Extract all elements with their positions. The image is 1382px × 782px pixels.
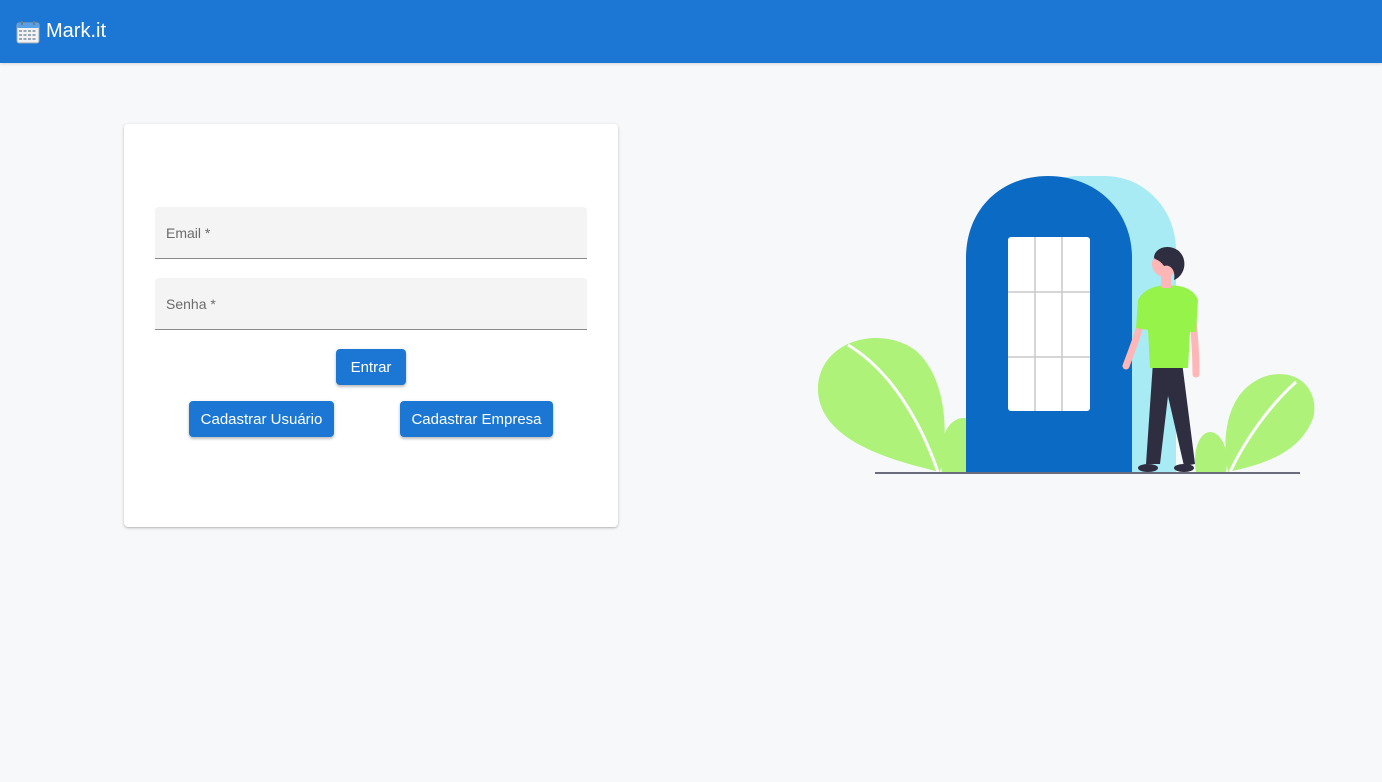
- login-card: Email * Senha * Entrar Cadastrar Usuário…: [124, 124, 618, 527]
- password-field[interactable]: Senha *: [155, 278, 587, 330]
- door-window: [1008, 237, 1090, 411]
- register-user-button[interactable]: Cadastrar Usuário: [189, 401, 334, 437]
- email-field[interactable]: Email *: [155, 207, 587, 259]
- calendar-icon: [16, 20, 40, 44]
- password-input[interactable]: [155, 278, 587, 329]
- register-company-button[interactable]: Cadastrar Empresa: [400, 401, 553, 437]
- right-plant: [1194, 374, 1315, 473]
- login-button[interactable]: Entrar: [336, 349, 406, 385]
- door-illustration: [810, 170, 1330, 480]
- email-input[interactable]: [155, 207, 587, 258]
- app-bar: Mark.it: [0, 0, 1382, 63]
- app-title: Mark.it: [46, 20, 106, 42]
- brand[interactable]: Mark.it: [16, 20, 106, 44]
- left-plant: [817, 337, 972, 473]
